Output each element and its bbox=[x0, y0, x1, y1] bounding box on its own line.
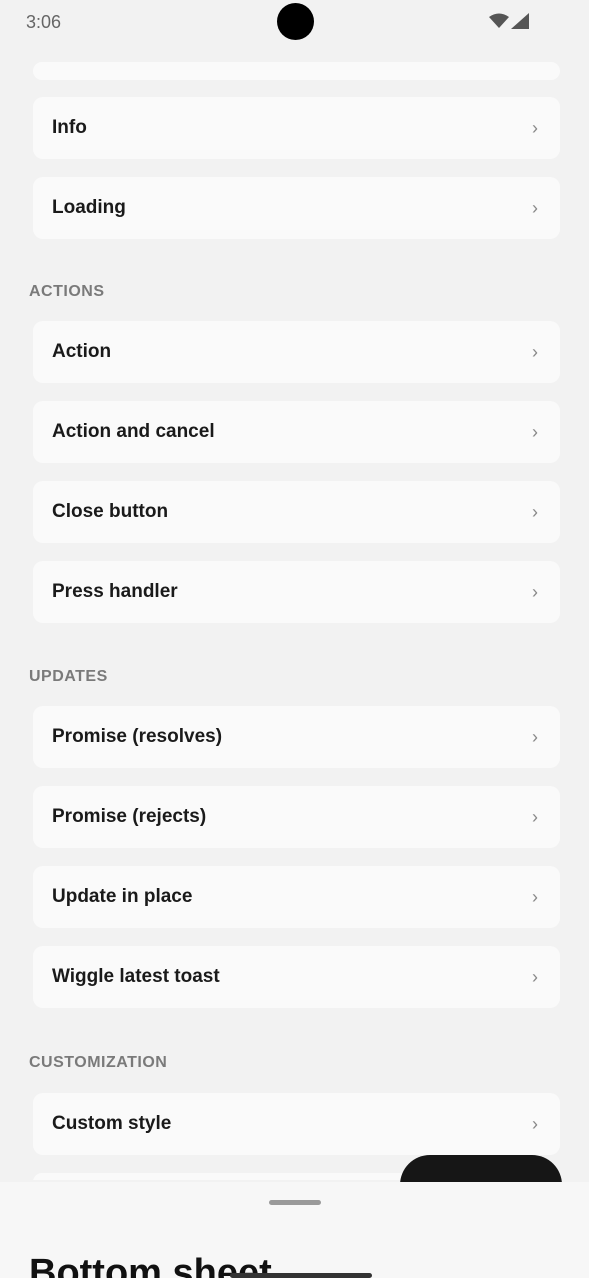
gesture-nav-handle[interactable] bbox=[230, 1273, 372, 1278]
section-header-actions: ACTIONS bbox=[29, 283, 105, 300]
list-item-label: Action bbox=[52, 341, 112, 362]
wifi-icon bbox=[489, 13, 509, 28]
list-item-info[interactable]: Info › bbox=[33, 97, 560, 159]
chevron-right-icon: › bbox=[532, 501, 538, 522]
chevron-right-icon: › bbox=[532, 197, 538, 218]
list-item-loading[interactable]: Loading › bbox=[33, 177, 560, 239]
list-item-partial[interactable] bbox=[33, 62, 560, 80]
status-time: 3:06 bbox=[26, 12, 62, 32]
list-item-label: Info bbox=[52, 117, 87, 138]
signal-icon bbox=[511, 13, 529, 29]
list-item-promise-rejects[interactable]: Promise (rejects) › bbox=[33, 786, 560, 848]
list-item-action[interactable]: Action › bbox=[33, 321, 560, 383]
section-header-updates: UPDATES bbox=[29, 668, 108, 685]
list-item-promise-resolves[interactable]: Promise (resolves) › bbox=[33, 706, 560, 768]
demo-list[interactable]: Info › Loading › ACTIONS Action › Action… bbox=[0, 44, 589, 1180]
list-item-custom-style[interactable]: Custom style › bbox=[33, 1093, 560, 1155]
chevron-right-icon: › bbox=[532, 966, 538, 987]
section-header-customization: CUSTOMIZATION bbox=[29, 1054, 168, 1071]
list-item-label: Custom style bbox=[52, 1113, 172, 1134]
chevron-right-icon: › bbox=[532, 581, 538, 602]
list-item-label: Promise (rejects) bbox=[52, 806, 207, 827]
list-item-press-handler[interactable]: Press handler › bbox=[33, 561, 560, 623]
list-item-action-and-cancel[interactable]: Action and cancel › bbox=[33, 401, 560, 463]
chevron-right-icon: › bbox=[532, 806, 538, 827]
list-item-close-button[interactable]: Close button › bbox=[33, 481, 560, 543]
chevron-right-icon: › bbox=[532, 117, 538, 138]
chevron-right-icon: › bbox=[532, 421, 538, 442]
bottom-sheet[interactable]: Bottom sheet bbox=[0, 1182, 589, 1278]
chevron-right-icon: › bbox=[532, 1113, 538, 1134]
list-item-label: Action and cancel bbox=[52, 421, 215, 442]
list-item-label: Press handler bbox=[52, 581, 178, 602]
list-item-update-in-place[interactable]: Update in place › bbox=[33, 866, 560, 928]
camera-cutout bbox=[277, 3, 314, 40]
list-item-label: Promise (resolves) bbox=[52, 726, 223, 747]
chevron-right-icon: › bbox=[532, 341, 538, 362]
bottom-sheet-drag-handle[interactable] bbox=[269, 1200, 321, 1205]
chevron-right-icon: › bbox=[532, 886, 538, 907]
list-item-label: Update in place bbox=[52, 886, 193, 907]
list-item-label: Close button bbox=[52, 501, 169, 522]
list-item-label: Loading bbox=[52, 197, 126, 218]
chevron-right-icon: › bbox=[532, 726, 538, 747]
status-bar: 3:06 bbox=[0, 0, 589, 44]
list-item-label: Wiggle latest toast bbox=[52, 966, 220, 987]
list-item-wiggle-latest-toast[interactable]: Wiggle latest toast › bbox=[33, 946, 560, 1008]
status-icons bbox=[489, 13, 529, 29]
